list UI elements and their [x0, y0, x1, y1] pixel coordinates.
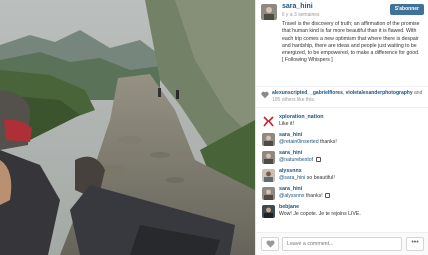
comment-footer: ••• — [256, 232, 428, 255]
avatar[interactable] — [262, 169, 275, 182]
post-header: sara_hini Il y a 3 semaines S'abonner Tr… — [256, 0, 428, 86]
comment-text: Like it! — [279, 121, 294, 127]
post-timestamp: Il y a 3 semaines — [282, 12, 320, 18]
mention-link[interactable]: @retain0inserted — [279, 139, 319, 145]
mention-link[interactable]: @alyssnnx — [279, 193, 304, 199]
heart-icon — [266, 240, 275, 248]
comment-text: @retain0inserted thanks! — [279, 139, 337, 145]
post-details-panel: sara_hini Il y a 3 semaines S'abonner Tr… — [255, 0, 428, 255]
like-button[interactable] — [261, 237, 279, 251]
comment-author[interactable]: sara_hini — [279, 186, 302, 192]
avatar[interactable] — [261, 4, 277, 20]
likes-summary: alexunscripted, _gabrielflores, violetal… — [256, 86, 428, 108]
others-text: others like this. — [281, 96, 316, 103]
comment-body: Like it! — [279, 121, 294, 127]
comment-text: @sara_hini so beautiful! — [279, 175, 335, 181]
comment-text: Wow! Je copote. Je te rejoins LIVE. — [279, 211, 361, 217]
comments-list: xploration_nation Like it! sara_hini @re… — [256, 110, 428, 232]
comment-author[interactable]: alyssnnx — [279, 168, 302, 174]
heart-icon — [261, 91, 269, 99]
emoji-icon — [315, 157, 321, 162]
others-count[interactable]: 195 — [272, 97, 280, 103]
comment-body: thanks! — [320, 139, 337, 145]
post-photo[interactable] — [0, 0, 255, 255]
follow-button[interactable]: S'abonner — [389, 4, 424, 15]
liker-link[interactable]: violetalexanderphotography — [346, 90, 413, 96]
avatar[interactable] — [262, 133, 275, 146]
liker-link[interactable]: _gabrielflores — [310, 90, 343, 96]
likes-separator: , — [307, 90, 309, 96]
post-author-username[interactable]: sara_hini — [282, 3, 313, 10]
emoji-icon — [325, 193, 331, 198]
mention-link[interactable]: @sara_hini — [279, 175, 305, 181]
mention-link[interactable]: @naturebestof — [279, 157, 313, 163]
post-caption: Travel is the discovery of truth; an aff… — [282, 21, 420, 64]
comment-body: thanks! — [305, 193, 323, 199]
comment-author[interactable]: sara_hini — [279, 150, 302, 156]
more-options-icon: ••• — [411, 239, 419, 246]
liker-link[interactable]: alexunscripted — [272, 90, 307, 96]
avatar[interactable] — [262, 151, 275, 164]
comment-input[interactable] — [282, 237, 402, 251]
avatar[interactable] — [262, 115, 275, 128]
likes-and: and — [414, 90, 423, 96]
comment-author[interactable]: bebjane — [279, 204, 299, 210]
comment-text: @alyssnnx thanks! — [279, 193, 331, 199]
comment-author[interactable]: xploration_nation — [279, 114, 323, 120]
comment-text: @naturebestof — [279, 157, 321, 163]
avatar[interactable] — [262, 205, 275, 218]
likes-separator: , — [342, 90, 345, 96]
comment-body: so beautiful! — [306, 175, 335, 181]
avatar[interactable] — [262, 187, 275, 200]
more-options-button[interactable]: ••• — [406, 237, 424, 251]
likes-text: alexunscripted, _gabrielflores, violetal… — [272, 90, 424, 103]
comment-author[interactable]: sara_hini — [279, 132, 302, 138]
comment-body: Wow! Je copote. Je te rejoins LIVE. — [279, 211, 361, 217]
